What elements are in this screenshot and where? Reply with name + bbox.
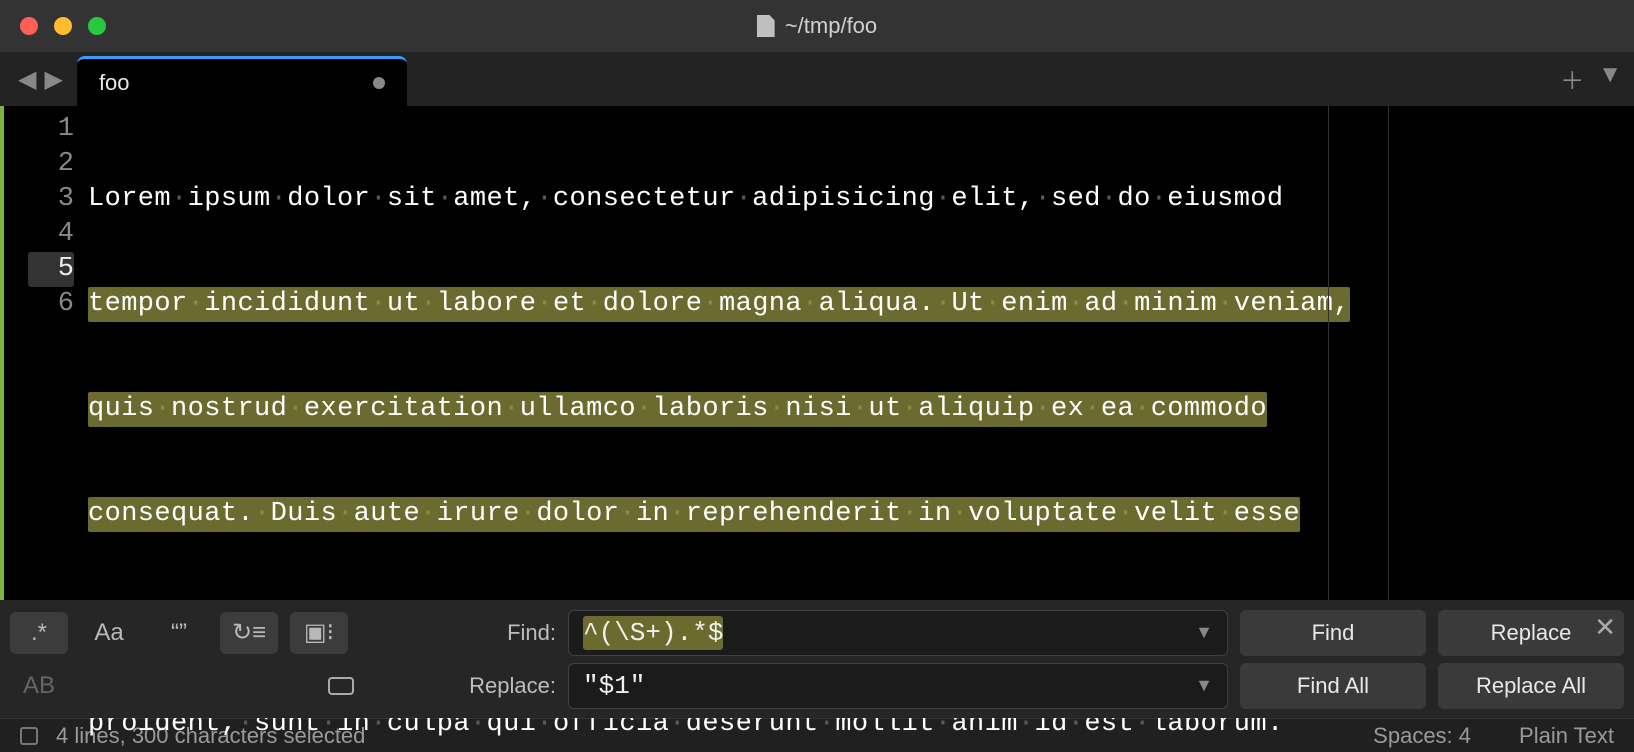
code-line[interactable]: quis·nostrud·exercitation·ullamco·labori…	[88, 392, 1634, 427]
whole-word-toggle[interactable]: “”	[150, 612, 208, 654]
find-all-button[interactable]: Find All	[1240, 663, 1426, 709]
replace-input-wrap[interactable]: "$1" ▼	[568, 663, 1228, 709]
status-icon[interactable]	[20, 727, 38, 745]
line-number[interactable]: 2	[28, 147, 74, 182]
code-line[interactable]: tempor·incididunt·ut·labore·et·dolore·ma…	[88, 287, 1634, 322]
code-area[interactable]: Lorem·ipsum·dolor·sit·amet,·consectetur·…	[88, 106, 1634, 600]
file-icon	[757, 15, 775, 37]
title-bar: ~/tmp/foo	[0, 0, 1634, 52]
line-number[interactable]: 4	[28, 217, 74, 252]
window-close-button[interactable]	[20, 17, 38, 35]
line-number[interactable]: 3	[28, 182, 74, 217]
in-selection-toggle[interactable]: ▣⁝	[290, 612, 348, 654]
window-maximize-button[interactable]	[88, 17, 106, 35]
preserve-case-toggle[interactable]: AB	[10, 665, 68, 707]
case-sensitive-toggle[interactable]: Aa	[80, 612, 138, 654]
replace-history-dropdown[interactable]: ▼	[1195, 675, 1213, 696]
nav-forward-button[interactable]: ▶	[42, 63, 64, 96]
find-input[interactable]: ^(\S+).*$	[583, 618, 1195, 648]
editor[interactable]: 1 2 3 4 5 6 Lorem·ipsum·dolor·sit·amet,·…	[0, 106, 1634, 600]
code-line[interactable]: consequat.·Duis·aute·irure·dolor·in·repr…	[88, 497, 1634, 532]
tab-bar: ◀ ▶ foo ＋ ▼	[0, 52, 1634, 106]
find-history-dropdown[interactable]: ▼	[1195, 622, 1213, 643]
line-number[interactable]: 6	[28, 287, 74, 322]
replace-label: Replace:	[456, 673, 556, 699]
tab-label: foo	[99, 70, 130, 96]
tab-controls: ＋ ▼	[1560, 61, 1622, 96]
window-title-text: ~/tmp/foo	[785, 13, 877, 39]
window-title: ~/tmp/foo	[757, 13, 877, 39]
regex-toggle[interactable]: .*	[10, 612, 68, 654]
find-replace-panel: ✕ .* Aa “” ↻≡ ▣⁝ Find: ^(\S+).*$ ▼ Find …	[0, 600, 1634, 718]
rectangle-icon	[328, 677, 354, 695]
find-label: Find:	[456, 620, 556, 646]
replace-input[interactable]: "$1"	[583, 671, 1195, 701]
gutter: 1 2 3 4 5 6	[4, 106, 88, 600]
window-minimize-button[interactable]	[54, 17, 72, 35]
tab-nav: ◀ ▶	[16, 63, 65, 96]
close-panel-button[interactable]: ✕	[1594, 612, 1616, 643]
highlight-matches-toggle[interactable]	[312, 665, 370, 707]
tab-dropdown-button[interactable]: ▼	[1598, 61, 1622, 96]
find-button[interactable]: Find	[1240, 610, 1426, 656]
line-number[interactable]: 1	[28, 112, 74, 147]
code-line[interactable]: Lorem·ipsum·dolor·sit·amet,·consectetur·…	[88, 182, 1634, 217]
tab-dirty-indicator-icon	[373, 77, 385, 89]
line-number[interactable]: 5	[28, 252, 74, 287]
nav-back-button[interactable]: ◀	[16, 63, 38, 96]
wrap-guide	[1388, 106, 1389, 600]
new-tab-button[interactable]: ＋	[1560, 61, 1584, 96]
wrap-toggle[interactable]: ↻≡	[220, 612, 278, 654]
wrap-guide	[1328, 106, 1329, 600]
replace-all-button[interactable]: Replace All	[1438, 663, 1624, 709]
tab-foo[interactable]: foo	[77, 56, 407, 106]
traffic-lights	[20, 17, 106, 35]
find-input-wrap[interactable]: ^(\S+).*$ ▼	[568, 610, 1228, 656]
